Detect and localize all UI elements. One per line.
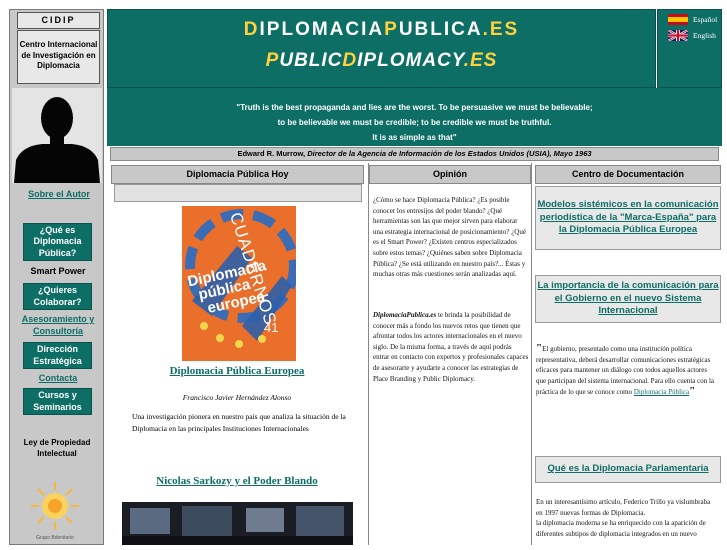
- book-number: 41: [264, 320, 279, 335]
- article1-summary: Una investigación pionera en nuestro paí…: [132, 412, 346, 433]
- cidip-acronym: CIDIP: [17, 12, 100, 29]
- article-european-public-diplomacy-link[interactable]: Diplomacia Pública Europea: [112, 365, 362, 377]
- nav-consulting[interactable]: Asesoramiento y Consultoría: [15, 313, 101, 337]
- col1-header: Diplomacia Pública Hoy: [111, 165, 364, 184]
- nav-strategic-direction[interactable]: Dirección Estratégica: [23, 342, 92, 369]
- nav-courses[interactable]: Cursos y Seminarios: [23, 388, 92, 415]
- doc-link-marca-espana[interactable]: Modelos sistémicos en la comunicación pe…: [536, 199, 720, 237]
- doc-quote: "El gobierno, presentado como una instit…: [536, 342, 715, 398]
- org-name: Centro Internacional de Investigación en…: [17, 30, 100, 84]
- article-sarkozy-soft-power-link[interactable]: Nicolas Sarkozy y el Poder Blando: [112, 475, 362, 487]
- nav-what-is-public-diplomacy[interactable]: ¿Qué es Diplomacia Pública?: [23, 223, 92, 261]
- opinion-paragraph-2: DiplomaciaPublica.es te brinda la posibi…: [373, 311, 529, 383]
- site-title-en[interactable]: PUBLICDIPLOMACY.ES: [107, 50, 656, 72]
- article1-author: Francisco Javier Hernández Alonso: [182, 393, 292, 402]
- quote-line-1: "Truth is the best propaganda and lies a…: [236, 103, 593, 112]
- intellectual-property-link[interactable]: Ley de Propiedad Intelectual: [20, 437, 94, 459]
- quote-line-3: It is as simple as that": [372, 133, 457, 142]
- doc-link-parliamentary-diplomacy[interactable]: Qué es la Diplomacia Parlamentaria: [547, 463, 708, 476]
- sun-logo: Grupo Bdenitario: [26, 478, 84, 545]
- lang-spanish[interactable]: Español: [668, 14, 717, 25]
- uk-flag-icon: [668, 30, 688, 41]
- doc-link-government-communication[interactable]: La importancia de la comunicación para e…: [536, 280, 720, 318]
- sarkozy-video-still[interactable]: [122, 502, 353, 545]
- col2-header: Opinión: [369, 165, 531, 184]
- author-portrait: [12, 88, 102, 183]
- nav-contact[interactable]: Contacta: [15, 373, 101, 383]
- opinion-intro: ¿Cómo se hace Diplomacia Pública? ¿Es po…: [373, 196, 526, 279]
- nav-collaborate[interactable]: ¿Quieres Colaborar?: [23, 283, 92, 310]
- site-title-es[interactable]: DIPLOMACIAPUBLICA.ES: [107, 19, 656, 41]
- doc-card-marca-espana[interactable]: Modelos sistémicos en la comunicación pe…: [535, 186, 721, 250]
- logo-caption: Grupo Bdenitario: [36, 535, 74, 541]
- doc-paragraph-trillo: En un interesantísimo artículo, Federico…: [536, 498, 711, 538]
- about-author-link[interactable]: Sobre el Autor: [16, 189, 102, 199]
- book-cover-image[interactable]: CUADERNOS Diplomacia pública europea 41: [182, 206, 296, 361]
- col3-header: Centro de Documentación: [535, 165, 721, 184]
- public-diplomacy-inline-link[interactable]: Diplomacia Pública: [634, 388, 689, 396]
- lang-english[interactable]: English: [668, 30, 716, 41]
- col1-toolbar: [114, 184, 362, 202]
- quote-line-2: to be believable we must be credible; to…: [277, 118, 552, 127]
- doc-card-parliamentary-diplomacy[interactable]: Qué es la Diplomacia Parlamentaria: [535, 456, 721, 483]
- nav-smart-power[interactable]: Smart Power: [15, 266, 101, 276]
- quote-attribution: Edward R. Murrow, Director de la Agencia…: [110, 147, 719, 161]
- doc-card-government-communication[interactable]: La importancia de la comunicación para e…: [535, 275, 721, 323]
- spain-flag-icon: [668, 14, 688, 25]
